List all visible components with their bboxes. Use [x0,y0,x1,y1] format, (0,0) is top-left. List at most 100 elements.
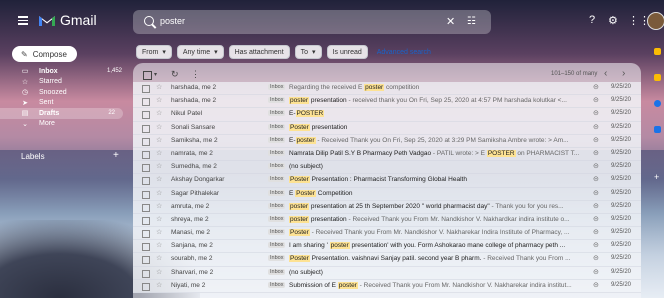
refresh-icon[interactable]: ↻ [171,69,179,80]
email-subject: I am sharing ' poster presentation' with… [289,242,566,250]
pencil-icon: ✎ [21,49,28,59]
email-row[interactable]: ☆ Sumedha, me 2 Inbox (no subject) ⊝ 9/25/20 [133,161,641,175]
avatar[interactable] [647,12,664,30]
any-time-filter-chip[interactable]: Any time ▾ [176,45,224,59]
star-icon[interactable]: ☆ [156,202,162,210]
row-checkbox[interactable] [142,203,150,212]
star-icon[interactable]: ☆ [156,228,162,236]
row-checkbox[interactable] [142,124,150,133]
has-attachment-chip[interactable]: Has attachment [228,45,290,59]
email-row[interactable]: ☆ namrata, me 2 Inbox Namrata Dilip Patil S… [133,147,641,162]
gmail-logo[interactable]: Gmail [38,12,97,28]
select-all-checkbox[interactable] [143,71,152,80]
search-highlight: Poster [289,255,310,263]
row-checkbox[interactable] [142,269,150,278]
chevron-left-icon[interactable]: ‹ [604,68,607,79]
email-content: Poster Presentation : Pharmacist Transfo… [289,176,585,184]
star-icon[interactable]: ☆ [156,268,162,276]
email-row[interactable]: ☆ Nikul Patel Inbox E-POSTER ⊝ 9/25/20 [133,108,641,122]
inbox-label-badge: Inbox [268,136,286,143]
add-addon-icon[interactable]: + [654,172,659,182]
email-row[interactable]: ☆ Sanjana, me 2 Inbox I am sharing ' poster… [133,240,641,254]
add-label-icon[interactable]: + [113,150,119,161]
email-row[interactable]: ☆ harshada, me 2 Inbox poster presentation … [133,95,641,109]
row-checkbox[interactable] [142,150,150,159]
email-row[interactable]: ☆ Niyati, me 2 Inbox Submission of E poster… [133,279,641,293]
contacts-icon[interactable] [654,126,661,133]
to-filter-chip[interactable]: To ▾ [294,45,322,59]
help-icon[interactable]: ? [589,14,595,26]
email-row[interactable]: ☆ amruta, me 2 Inbox poster presentation at… [133,200,641,214]
star-icon[interactable]: ☆ [156,123,162,131]
email-row[interactable]: ☆ sourabh, me 2 Inbox Poster Presentation. … [133,253,641,267]
email-row[interactable]: ☆ Samiksha, me 2 Inbox E-poster - Received … [133,134,641,148]
email-date: 9/25/20 [611,189,632,196]
row-checkbox[interactable] [142,256,150,265]
email-row[interactable]: ☆ Sharvari, me 2 Inbox (no subject) ⊝ 9/25/20 [133,266,641,280]
row-checkbox[interactable] [142,282,150,291]
star-icon[interactable]: ☆ [156,281,162,289]
row-checkbox[interactable] [142,137,150,146]
search-bar[interactable]: poster ✕ ☷ [133,10,491,34]
star-icon[interactable]: ☆ [156,175,162,183]
star-icon[interactable]: ☆ [156,254,162,262]
sidebar-item-more[interactable]: ⌄ More [0,119,130,130]
star-icon[interactable]: ☆ [156,149,162,157]
from-filter-chip[interactable]: From ▾ [136,45,172,59]
row-checkbox[interactable] [142,243,150,252]
star-icon[interactable]: ☆ [156,136,162,144]
caret-down-icon[interactable]: ▾ [154,71,157,78]
search-options-icon[interactable]: ☷ [467,16,476,27]
sidebar-item-drafts[interactable]: ▤ Drafts 22 [0,108,123,119]
sidebar-item-starred[interactable]: ☆ Starred [0,77,130,88]
attachment-icon: ⊝ [593,84,599,91]
search-icon[interactable] [144,16,154,26]
email-content: Regarding the received E poster competit… [289,84,585,91]
star-icon[interactable]: ☆ [156,83,162,91]
star-icon[interactable]: ☆ [156,189,162,197]
email-date: 9/25/20 [611,202,632,209]
star-icon[interactable]: ☆ [156,96,162,104]
star-icon[interactable]: ☆ [156,162,162,170]
email-row[interactable]: ☆ shreya, me 2 Inbox poster presentation - … [133,213,641,228]
row-checkbox[interactable] [142,177,150,186]
row-checkbox[interactable] [142,216,150,225]
row-checkbox[interactable] [142,190,150,199]
email-row[interactable]: ☆ Manasi, me 2 Inbox Poster - Received Than… [133,227,641,241]
email-row[interactable]: ☆ harshada, me 2 Inbox Regarding the receiv… [133,82,641,96]
search-input[interactable]: poster [160,16,185,26]
email-subject: poster presentation [289,97,347,105]
row-checkbox[interactable] [142,111,150,120]
email-row[interactable]: ☆ Akshay Dongarkar Inbox Poster Presentatio… [133,174,641,188]
sidebar-item-inbox[interactable]: ▭ Inbox 1,452 [0,66,130,77]
row-checkbox[interactable] [142,164,150,173]
star-icon[interactable]: ☆ [156,241,162,249]
menu-icon[interactable] [18,16,28,25]
inbox-icon: ▭ [21,68,29,76]
email-row[interactable]: ☆ Sagar Pithalekar Inbox E Poster Competiti… [133,187,641,201]
chevron-right-icon[interactable]: › [622,68,625,79]
row-checkbox[interactable] [142,230,150,239]
keep-icon[interactable] [654,74,661,81]
close-icon[interactable]: ✕ [446,15,455,28]
email-content: E-poster - Received Thank you On Fri, Se… [289,136,585,144]
gear-icon[interactable]: ⚙ [608,14,618,27]
search-highlight: POSTER [486,149,516,157]
email-row[interactable]: ☆ Sonali Sansare Inbox Poster presentation ⊝… [133,121,641,135]
email-date: 9/25/20 [611,229,632,236]
row-checkbox[interactable] [142,98,150,107]
compose-button[interactable]: ✎ Compose [12,46,77,62]
more-vert-icon[interactable]: ⋮ [191,69,200,80]
star-icon[interactable]: ☆ [156,215,162,223]
send-icon: ➤ [22,99,28,107]
email-sender: Sumedha, me 2 [171,163,217,171]
sidebar-item-label: Inbox [39,67,58,75]
is-unread-chip[interactable]: Is unread [326,45,368,59]
advanced-search-link[interactable]: Advanced search [377,49,431,56]
sidebar-item-sent[interactable]: ➤ Sent [0,98,130,109]
sidebar-item-snoozed[interactable]: ◷ Snoozed [0,87,130,98]
row-checkbox[interactable] [142,85,150,93]
calendar-icon[interactable] [654,48,661,55]
star-icon[interactable]: ☆ [156,109,162,117]
tasks-icon[interactable] [654,100,661,107]
